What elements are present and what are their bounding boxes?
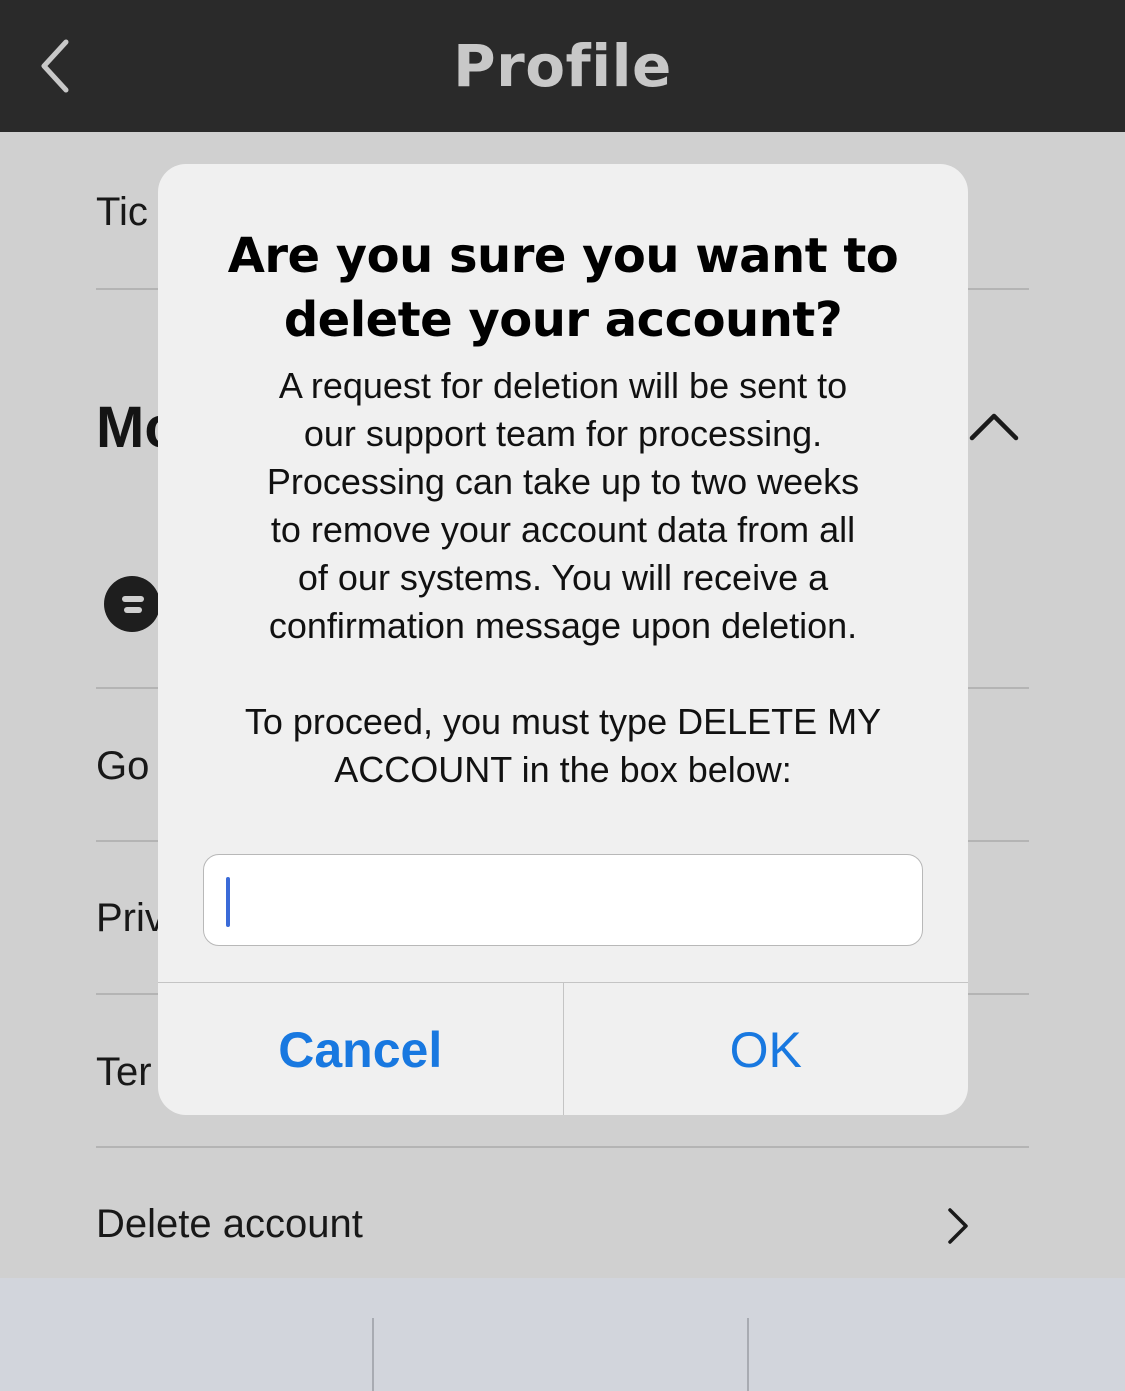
- text-caret: [226, 877, 230, 927]
- dialog-buttons: Cancel OK: [158, 982, 968, 1115]
- dialog-title: Are you sure you want to delete your acc…: [227, 228, 899, 348]
- delete-account-dialog: Are you sure you want to delete your acc…: [158, 164, 968, 1115]
- dialog-message: A request for deletion will be sent to o…: [244, 365, 882, 790]
- ok-button[interactable]: OK: [564, 983, 969, 1115]
- modal-overlay: Are you sure you want to delete your acc…: [0, 0, 1125, 1391]
- confirmation-text-input[interactable]: [203, 854, 923, 946]
- cancel-button[interactable]: Cancel: [158, 983, 564, 1115]
